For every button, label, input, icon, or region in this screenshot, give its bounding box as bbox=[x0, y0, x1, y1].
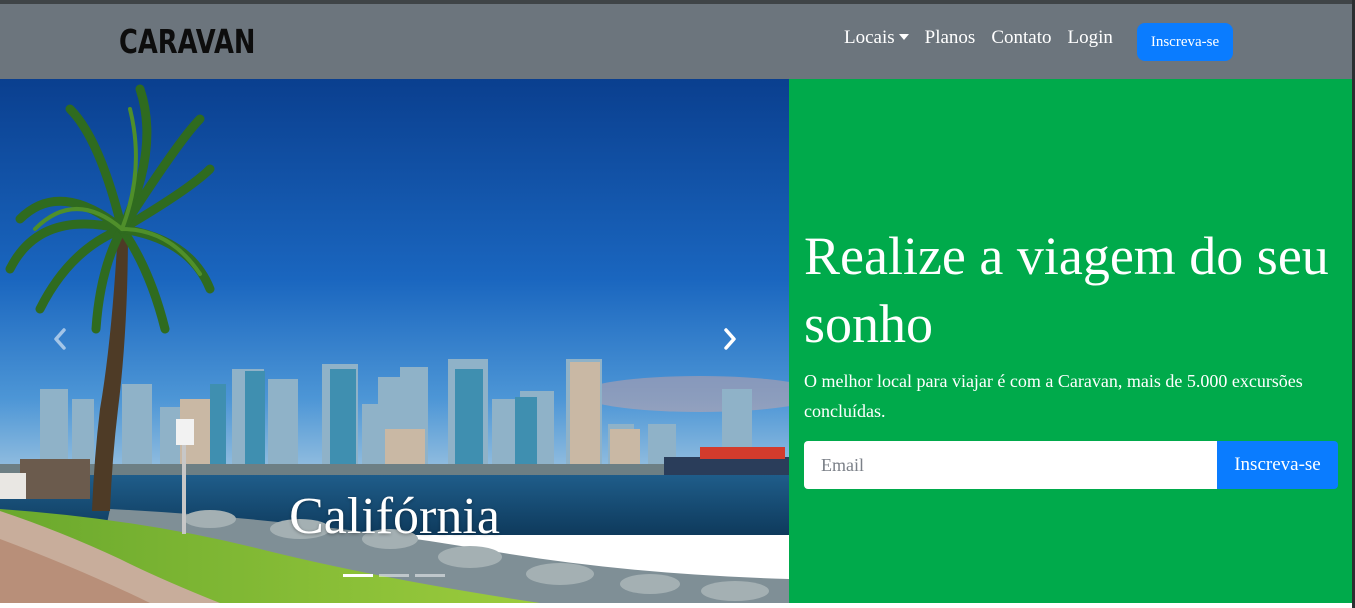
nav-links: Locais Planos Contato Login bbox=[844, 26, 1129, 50]
carousel-indicator-2[interactable] bbox=[379, 574, 409, 577]
signup-panel: Realize a viagem do seu sonho O melhor l… bbox=[789, 79, 1352, 603]
hero-carousel: Califórnia bbox=[0, 79, 789, 603]
chevron-left-icon bbox=[54, 328, 66, 350]
caret-down-icon bbox=[898, 34, 909, 40]
nav-link-locais[interactable]: Locais bbox=[844, 26, 909, 50]
carousel-next-control[interactable] bbox=[718, 327, 742, 351]
carousel-caption: Califórnia bbox=[289, 488, 500, 545]
carousel-indicator-3[interactable] bbox=[415, 574, 445, 577]
nav-link-planos[interactable]: Planos bbox=[925, 26, 976, 50]
signup-description: O melhor local para viajar é com a Carav… bbox=[804, 371, 1303, 421]
nav-link-contato[interactable]: Contato bbox=[991, 26, 1051, 50]
nav-signup-button[interactable]: Inscreva-se bbox=[1137, 23, 1233, 61]
carousel-indicator-1[interactable] bbox=[343, 574, 373, 577]
navbar: CARAVAN Locais Planos Contato Login Insc… bbox=[0, 4, 1352, 79]
signup-submit-button[interactable]: Inscreva-se bbox=[1217, 441, 1338, 489]
brand-logo[interactable]: CARAVAN bbox=[119, 24, 255, 60]
nav-link-login[interactable]: Login bbox=[1068, 26, 1113, 50]
nav-link-locais-label: Locais bbox=[844, 27, 895, 48]
email-field[interactable] bbox=[804, 441, 1217, 489]
chevron-right-icon bbox=[724, 328, 736, 350]
carousel-indicators bbox=[343, 574, 451, 577]
signup-heading: Realize a viagem do seu sonho bbox=[804, 226, 1329, 354]
carousel-prev-control[interactable] bbox=[48, 327, 72, 351]
